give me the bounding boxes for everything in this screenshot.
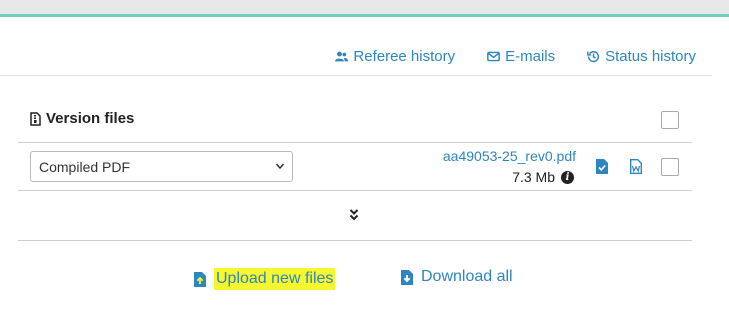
download-all-label: Download all — [421, 268, 513, 285]
file-check-icon[interactable] — [596, 159, 608, 174]
status-history-link[interactable]: Status history — [587, 48, 696, 65]
table-header-divider — [18, 142, 692, 143]
version-files-heading: Version files — [30, 110, 134, 127]
emails-label: E-mails — [505, 48, 556, 65]
referee-history-label: Referee history — [353, 48, 456, 65]
file-type-value: Compiled PDF — [39, 158, 131, 175]
version-files-title: Version files — [46, 110, 135, 127]
referee-history-link[interactable]: Referee history — [335, 48, 455, 65]
file-upload-icon — [194, 271, 206, 287]
actions-divider — [18, 240, 692, 241]
upload-new-files-label: Upload new files — [214, 268, 336, 290]
file-archive-icon — [30, 111, 41, 126]
header-divider — [0, 75, 712, 76]
user-group-icon — [335, 51, 349, 62]
file-row-divider — [18, 190, 692, 191]
chevron-down-icon — [275, 163, 285, 170]
file-download-icon — [401, 269, 413, 285]
top-bar — [0, 0, 729, 14]
header-links: Referee history E-mails Status history — [335, 48, 696, 65]
download-all-button[interactable]: Download all — [401, 268, 513, 286]
double-chevron-down-icon[interactable] — [348, 208, 360, 222]
file-size-value: 7.3 Mb — [512, 169, 555, 185]
emails-link[interactable]: E-mails — [487, 48, 555, 65]
file-size: 7.3 Mb i — [512, 169, 574, 185]
info-icon[interactable]: i — [561, 170, 574, 184]
file-type-select[interactable]: Compiled PDF — [30, 151, 293, 182]
history-icon — [587, 51, 600, 63]
select-all-checkbox[interactable] — [661, 111, 679, 129]
file-name-link[interactable]: aa49053-25_rev0.pdf — [443, 148, 576, 164]
file-row-checkbox[interactable] — [661, 158, 679, 176]
upload-new-files-button[interactable]: Upload new files — [194, 268, 336, 290]
envelope-icon — [487, 51, 501, 62]
page: Referee history E-mails Status history V… — [0, 0, 729, 311]
top-accent-line — [0, 14, 729, 17]
status-history-label: Status history — [605, 48, 696, 65]
word-file-icon[interactable] — [630, 159, 642, 174]
